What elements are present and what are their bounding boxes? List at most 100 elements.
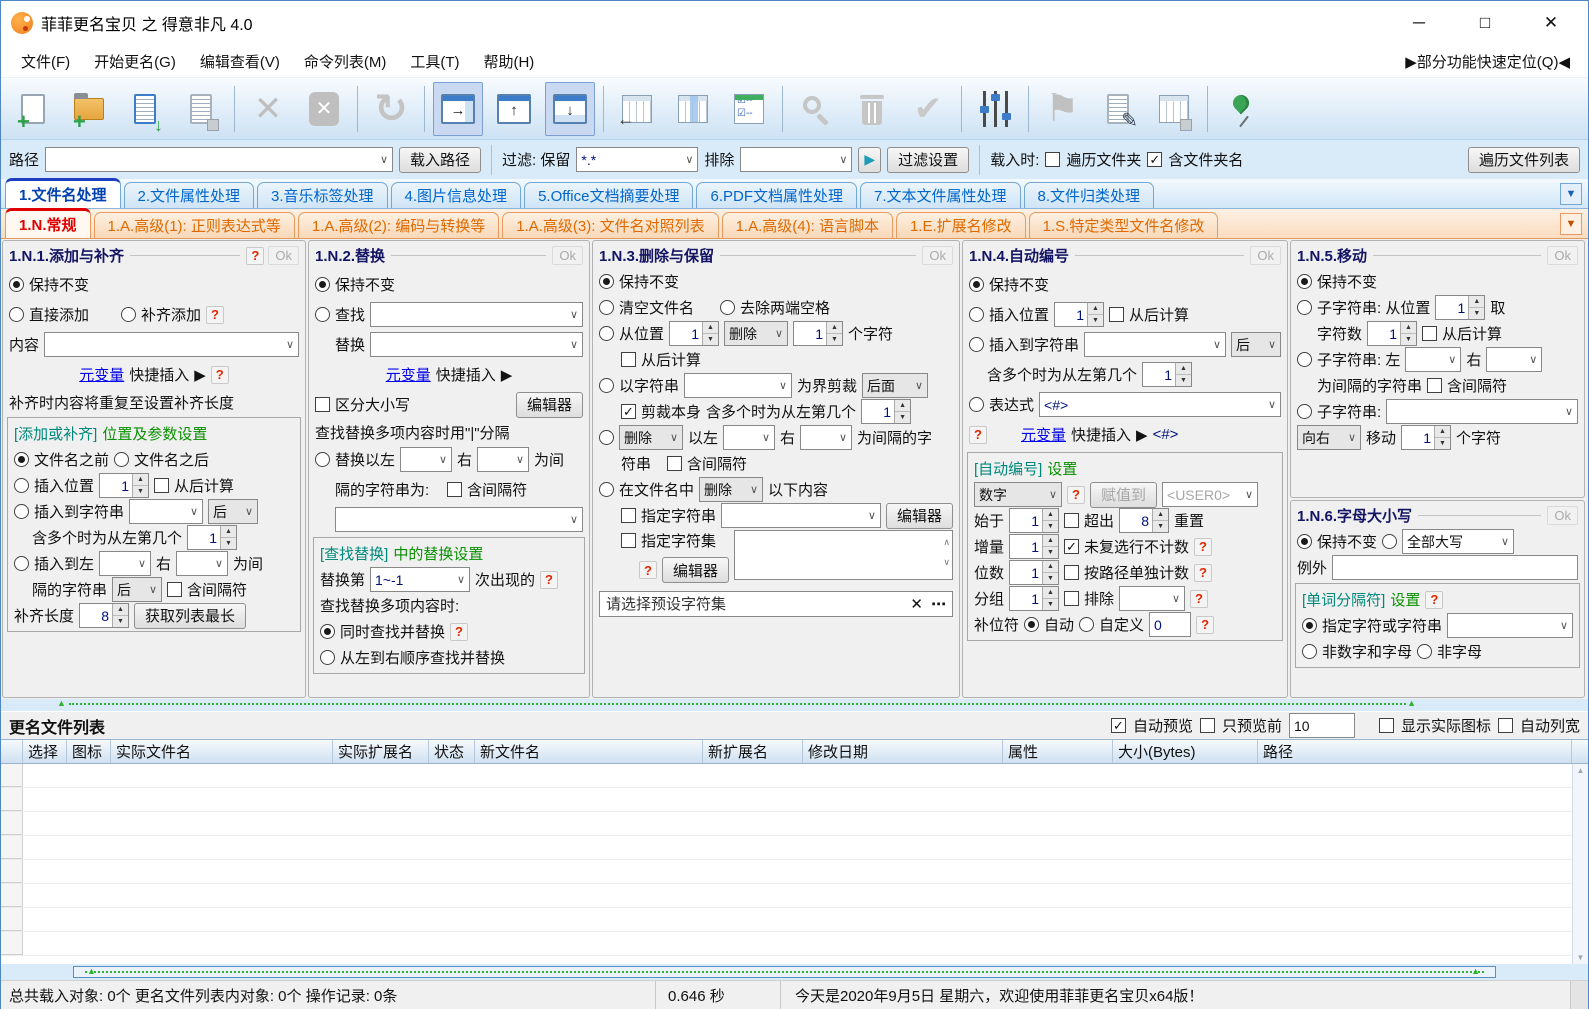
column-header-8[interactable]: 属性 xyxy=(1003,740,1113,763)
exclude-combo[interactable] xyxy=(740,147,853,172)
ok-button[interactable]: Ok xyxy=(552,246,583,265)
in-name-radio[interactable] xyxy=(599,482,614,497)
before-name-radio[interactable] xyxy=(14,452,29,467)
delete-keep-combo3[interactable]: 删除 xyxy=(699,477,764,502)
sub-tab-4[interactable]: 1.A.高级(4): 语言脚本 xyxy=(721,212,893,238)
delete-keep-combo[interactable]: 删除 xyxy=(724,321,789,346)
non-alnum-radio[interactable] xyxy=(1302,644,1317,659)
add-files-icon[interactable]: + xyxy=(8,82,58,136)
main-tab-0[interactable]: 1.文件名处理 xyxy=(5,178,121,208)
auto-preview-checkbox[interactable] xyxy=(1110,718,1126,733)
column-header-6[interactable]: 新扩展名 xyxy=(703,740,803,763)
panel-down-icon[interactable]: ↓ xyxy=(545,81,595,136)
sub-tab-0[interactable]: 1.N.常规 xyxy=(5,208,91,238)
count-spinner[interactable]: 1 xyxy=(793,321,844,346)
direction-combo[interactable]: 向右 xyxy=(1297,425,1361,450)
direct-add-radio[interactable] xyxy=(9,307,24,322)
column-header-4[interactable]: 状态 xyxy=(429,740,475,763)
insert-to-string-radio[interactable] xyxy=(14,504,29,519)
column-header-1[interactable]: 图标 xyxy=(67,740,111,763)
skip-unchecked-checkbox[interactable] xyxy=(1064,539,1080,554)
keep-radio[interactable] xyxy=(9,277,24,292)
left-sep-combo[interactable] xyxy=(1405,347,1462,372)
case-sensitive-checkbox[interactable] xyxy=(315,397,330,412)
layout-left-icon[interactable]: ← xyxy=(612,82,662,136)
help-icon[interactable]: ? xyxy=(1190,589,1209,608)
nth-occurrence-combo[interactable]: 1~-1 xyxy=(370,567,471,592)
ok-button[interactable]: Ok xyxy=(1547,246,1578,265)
charset-textarea[interactable] xyxy=(734,530,953,580)
from-end-checkbox[interactable] xyxy=(154,478,170,493)
export-table-icon[interactable] xyxy=(1149,82,1199,136)
charset-editor-button[interactable]: 编辑器 xyxy=(662,557,730,583)
keep-radio[interactable] xyxy=(1297,274,1312,289)
search-icon[interactable] xyxy=(791,82,841,136)
column-header-0[interactable]: 选择 xyxy=(23,740,67,763)
start-spinner[interactable]: 1 xyxy=(1009,508,1060,533)
help-icon[interactable]: ? xyxy=(540,570,559,589)
pos-spinner[interactable]: 1 xyxy=(1435,295,1486,320)
filter-settings-button[interactable]: 过滤设置 xyxy=(887,146,970,173)
main-tab-7[interactable]: 8.文件归类处理 xyxy=(1023,182,1155,208)
preview-first-checkbox[interactable] xyxy=(1199,718,1215,733)
menu-item-commands[interactable]: 命令列表(M) xyxy=(292,48,399,75)
meta-var-link[interactable]: 元变量 xyxy=(386,364,431,385)
ok-button[interactable]: Ok xyxy=(268,246,299,265)
pos-spinner[interactable]: 1 xyxy=(669,321,720,346)
settings-sliders-icon[interactable] xyxy=(970,82,1020,136)
vertical-scrollbar[interactable]: ▲ ▼ xyxy=(1572,764,1588,964)
spec-string-combo[interactable] xyxy=(721,503,881,528)
per-path-checkbox[interactable] xyxy=(1064,565,1080,580)
main-tab-dropdown-icon[interactable]: ▼ xyxy=(1560,183,1582,205)
preview-count-input[interactable] xyxy=(1288,713,1355,738)
multi-index-spinner[interactable]: 1 xyxy=(187,525,238,550)
step-spinner[interactable]: 1 xyxy=(1009,534,1060,559)
edit-list-icon[interactable]: ✎ xyxy=(1093,82,1143,136)
substring-combo[interactable] xyxy=(1386,399,1578,424)
pad-length-spinner[interactable]: 8 xyxy=(79,603,130,628)
insert-pos-radio[interactable] xyxy=(969,307,984,322)
remove-item-icon[interactable]: ✕ xyxy=(243,82,293,136)
help-icon[interactable]: ? xyxy=(1067,485,1085,504)
main-tab-1[interactable]: 2.文件属性处理 xyxy=(123,182,255,208)
right-sep-combo[interactable] xyxy=(1486,347,1543,372)
left-sep-combo[interactable] xyxy=(400,447,453,472)
keep-radio[interactable] xyxy=(315,277,330,292)
ok-button[interactable]: Ok xyxy=(922,246,953,265)
insert-pos-spinner[interactable]: 1 xyxy=(1054,302,1105,327)
quick-locate-link[interactable]: ▶部分功能快速定位(Q)◀ xyxy=(1405,51,1580,72)
by-string-radio[interactable] xyxy=(599,378,614,393)
custom-pad-input[interactable]: 0 xyxy=(1149,612,1192,637)
exclude-checkbox[interactable] xyxy=(1064,591,1080,606)
menu-item-rename[interactable]: 开始更名(G) xyxy=(82,48,188,75)
main-tab-2[interactable]: 3.音乐标签处理 xyxy=(257,182,388,208)
column-header-7[interactable]: 修改日期 xyxy=(803,740,1003,763)
help-icon[interactable]: ? xyxy=(1425,590,1444,609)
submenu-arrow-icon[interactable]: ▶ xyxy=(501,366,513,384)
sub-tab-1[interactable]: 1.A.高级(1): 正则表达式等 xyxy=(93,212,295,238)
panel-up-icon[interactable]: ↑ xyxy=(489,82,539,136)
menu-item-view[interactable]: 编辑查看(V) xyxy=(188,48,292,75)
before-after-combo[interactable]: 后 xyxy=(1231,332,1281,357)
insert-pos-spinner[interactable]: 1 xyxy=(99,473,150,498)
layout-checklist-icon[interactable]: ☑-- ☑-- xyxy=(724,82,774,136)
maximize-button[interactable]: □ xyxy=(1474,13,1496,33)
auto-pad-radio[interactable] xyxy=(1024,617,1040,632)
more-icon[interactable]: ⋯ xyxy=(931,595,946,613)
apply-filter-play-button[interactable]: ▶ xyxy=(858,146,882,173)
add-folder-icon[interactable]: + xyxy=(64,82,114,136)
help-icon[interactable]: ? xyxy=(246,246,265,265)
include-sep-checkbox[interactable] xyxy=(447,482,463,497)
right-sep-combo[interactable] xyxy=(176,551,229,576)
layout-columns-icon[interactable] xyxy=(668,82,718,136)
include-sep-checkbox[interactable] xyxy=(167,582,183,597)
exception-input[interactable] xyxy=(1332,555,1578,580)
get-longest-button[interactable]: 获取列表最长 xyxy=(134,602,247,629)
pad-add-radio[interactable] xyxy=(121,307,137,322)
preset-charset-combo[interactable]: 请选择预设字符集 ✕ ⋯ xyxy=(599,590,953,617)
traverse-folders-checkbox[interactable] xyxy=(1045,152,1061,167)
front-back-combo[interactable]: 后面 xyxy=(862,373,929,398)
between-radio[interactable] xyxy=(599,430,614,445)
delete-keep-combo2[interactable]: 删除 xyxy=(619,425,683,450)
sub-tab-2[interactable]: 1.A.高级(2): 编码与转换等 xyxy=(297,212,500,238)
